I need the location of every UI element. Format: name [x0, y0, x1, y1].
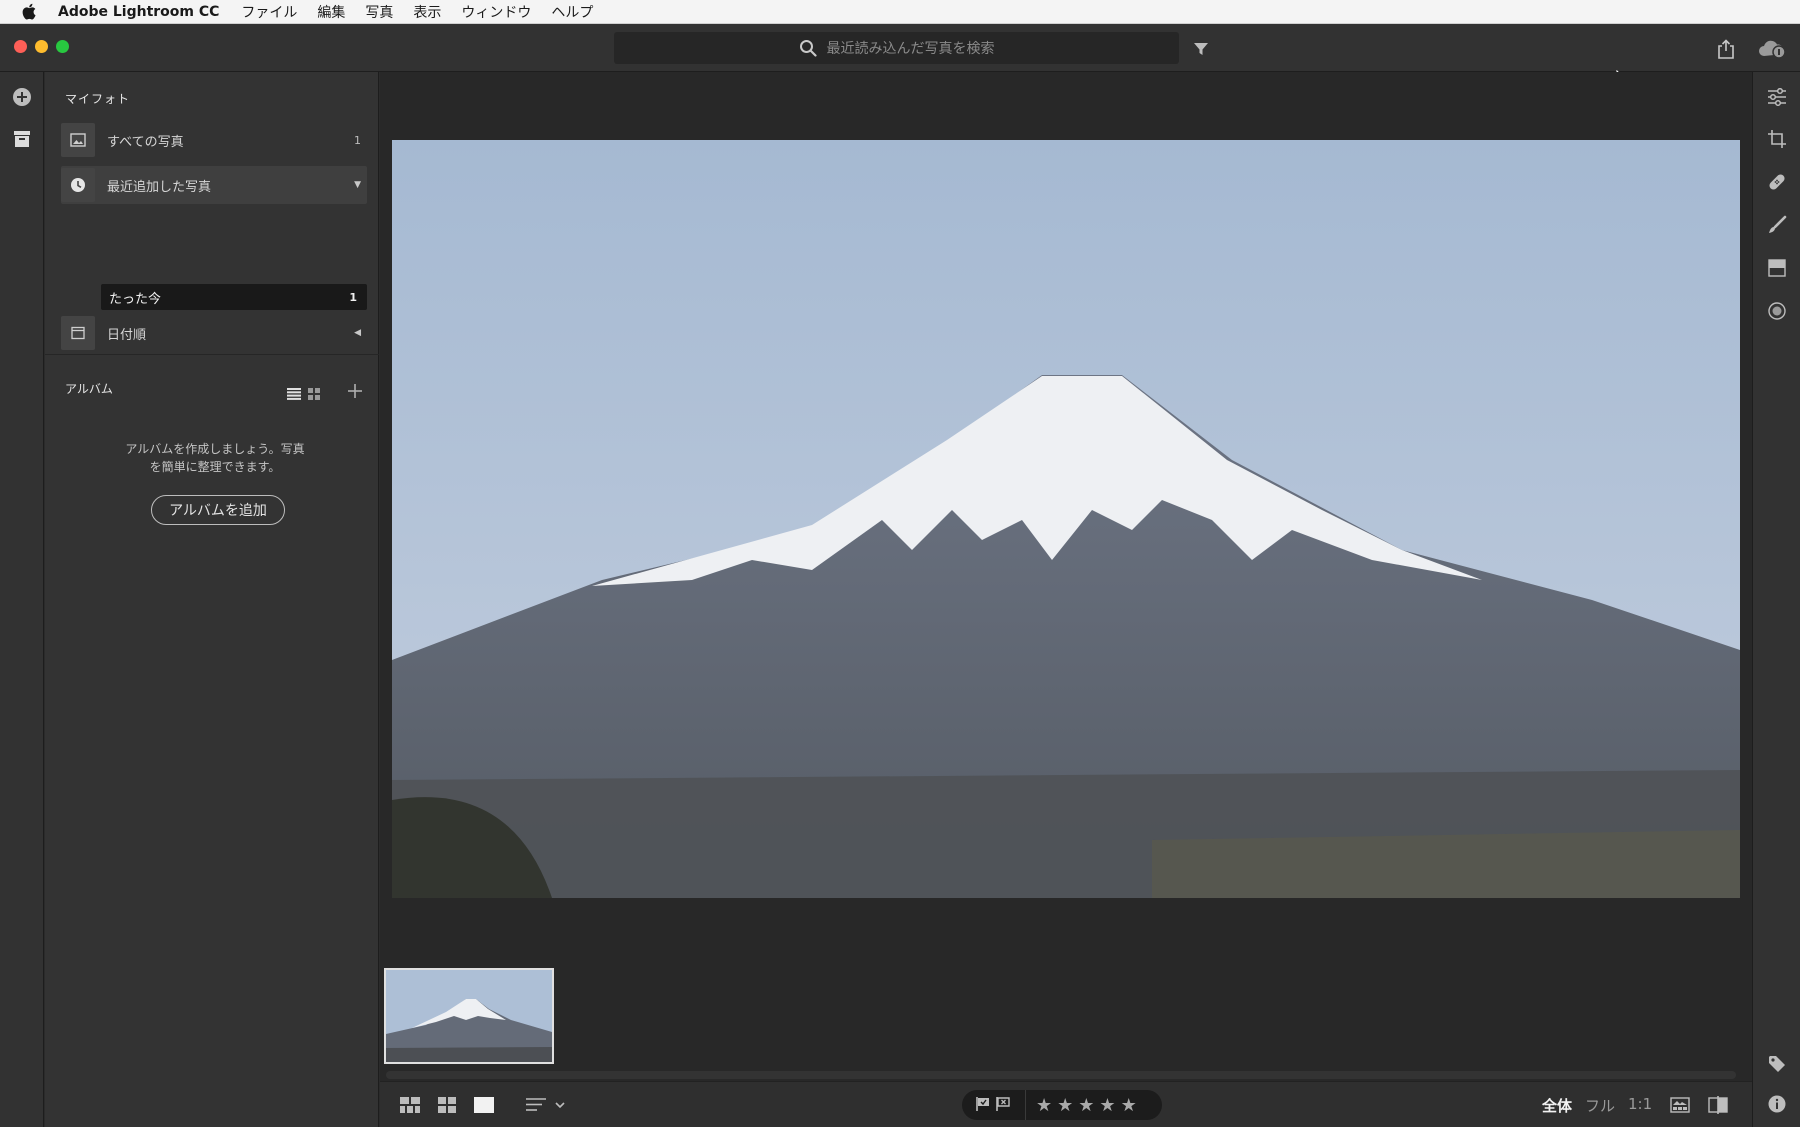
filmstrip-toggle-icon[interactable] — [1670, 1094, 1690, 1116]
flag-controls — [962, 1090, 1026, 1120]
healing-brush-icon[interactable] — [1766, 171, 1788, 193]
image-icon — [61, 123, 95, 157]
cloud-sync-icon[interactable] — [1756, 37, 1788, 61]
menu-edit[interactable]: 編集 — [317, 2, 345, 22]
nav-item-recently-added[interactable]: 最近追加した写真 ▼ — [61, 166, 367, 204]
my-photos-title: マイフォト — [65, 92, 131, 106]
star-1-icon[interactable]: ★ — [1036, 1095, 1052, 1116]
sort-options-icon[interactable] — [526, 1094, 570, 1116]
search-icon — [799, 39, 817, 57]
add-album-button[interactable]: アルバムを追加 — [151, 495, 285, 525]
compare-view-icon[interactable] — [1708, 1094, 1728, 1116]
menu-window[interactable]: ウィンドウ — [461, 2, 531, 22]
my-photos-panel: マイフォト すべての写真 1 最近追加した写真 ▼ たった今 1 日付順 ◀ ア… — [45, 72, 379, 1127]
nav-item-all-photos[interactable]: すべての写真 1 — [61, 121, 367, 159]
grid-view-icon[interactable] — [308, 388, 320, 400]
my-photos-library-icon[interactable] — [11, 128, 33, 150]
chevron-down-icon[interactable]: ▼ — [354, 180, 361, 190]
window-titlebar: 最近読み込んだ写真を検索 — [0, 24, 1800, 88]
left-tool-rail — [0, 72, 44, 1127]
photo-count: 1 — [354, 133, 361, 147]
panel-divider — [45, 354, 379, 355]
menu-view[interactable]: 表示 — [413, 2, 441, 22]
zoom-fit-button[interactable]: 全体 — [1542, 1095, 1572, 1116]
nav-item-label: すべての写真 — [107, 134, 184, 150]
calendar-icon — [61, 316, 95, 350]
star-4-icon[interactable]: ★ — [1099, 1095, 1115, 1116]
star-5-icon[interactable]: ★ — [1121, 1095, 1137, 1116]
menu-help[interactable]: ヘルプ — [551, 2, 593, 22]
detail-view-icon[interactable] — [474, 1094, 494, 1116]
search-placeholder: 最近読み込んだ写真を検索 — [826, 41, 995, 57]
star-3-icon[interactable]: ★ — [1078, 1095, 1094, 1116]
albums-title: アルバム — [65, 382, 113, 396]
flag-reject-icon[interactable] — [996, 1096, 1010, 1115]
keyword-tag-icon[interactable] — [1766, 1053, 1788, 1075]
zoom-1to1-button[interactable]: 1:1 — [1628, 1095, 1652, 1113]
flag-pick-icon[interactable] — [976, 1096, 990, 1115]
chevron-left-icon[interactable]: ◀ — [354, 328, 361, 338]
crop-icon[interactable] — [1766, 128, 1788, 150]
star-rating: ★ ★ ★ ★ ★ — [1026, 1095, 1137, 1116]
brush-icon[interactable] — [1766, 214, 1788, 236]
sub-item-label: たった今 — [109, 291, 162, 307]
share-icon[interactable] — [1714, 37, 1738, 61]
app-name-menu[interactable]: Adobe Lightroom CC — [58, 4, 219, 20]
info-icon[interactable] — [1766, 1093, 1788, 1115]
radial-gradient-icon[interactable] — [1766, 300, 1788, 322]
edit-sliders-icon[interactable] — [1766, 86, 1788, 108]
zoom-fill-button[interactable]: フル — [1585, 1095, 1615, 1116]
photo-viewer — [380, 72, 1752, 1081]
menu-file[interactable]: ファイル — [241, 2, 297, 22]
linear-gradient-icon[interactable] — [1766, 257, 1788, 279]
star-2-icon[interactable]: ★ — [1057, 1095, 1073, 1116]
apple-menu-icon[interactable] — [18, 1, 40, 23]
square-grid-view-icon[interactable] — [438, 1094, 456, 1116]
menu-photo[interactable]: 写真 — [365, 2, 393, 22]
filmstrip-scrollbar[interactable] — [386, 1071, 1736, 1079]
close-window-button[interactable] — [14, 40, 27, 53]
nav-item-label: 最近追加した写真 — [107, 179, 212, 195]
macos-menu-bar: Adobe Lightroom CC ファイル 編集 写真 表示 ウィンドウ ヘ… — [0, 0, 1800, 24]
zoom-window-button[interactable] — [56, 40, 69, 53]
clock-icon — [61, 168, 95, 202]
flag-and-rating-control: ★ ★ ★ ★ ★ — [962, 1090, 1162, 1120]
albums-hint-line1: アルバムを作成しましょう。写真 — [125, 442, 305, 456]
edit-tools-rail — [1752, 72, 1800, 1127]
minimize-window-button[interactable] — [35, 40, 48, 53]
add-photos-icon[interactable] — [11, 86, 33, 108]
photo-count: 1 — [349, 290, 357, 304]
sub-item-just-now[interactable]: たった今 1 — [101, 284, 367, 310]
nav-item-by-date[interactable]: 日付順 ◀ — [61, 314, 367, 352]
list-view-icon[interactable] — [287, 388, 301, 400]
add-album-plus-icon[interactable] — [348, 384, 362, 398]
bottom-toolbar: ★ ★ ★ ★ ★ 全体 フル 1:1 — [380, 1081, 1752, 1127]
filmstrip-thumbnail[interactable] — [384, 968, 554, 1064]
nav-item-label: 日付順 — [107, 327, 147, 343]
main-photo[interactable] — [392, 140, 1740, 898]
photo-grid-view-icon[interactable] — [400, 1094, 420, 1116]
filter-icon[interactable] — [1190, 38, 1212, 60]
albums-hint-line2: を簡単に整理できます。 — [149, 460, 281, 474]
search-input[interactable]: 最近読み込んだ写真を検索 — [614, 32, 1179, 64]
albums-empty-hint: アルバムを作成しましょう。写真 を簡単に整理できます。 — [105, 440, 325, 476]
